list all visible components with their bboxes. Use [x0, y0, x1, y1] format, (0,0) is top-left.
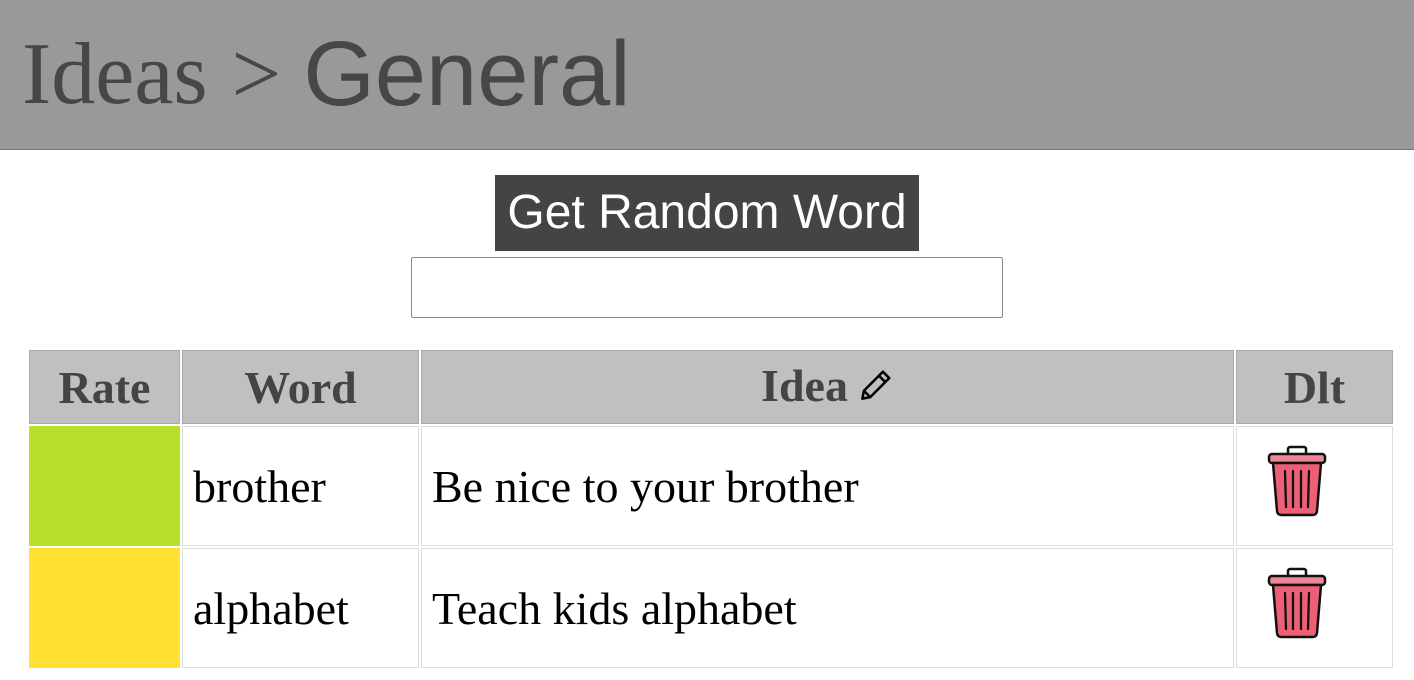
column-header-rate-label: Rate: [58, 361, 151, 413]
word-cell: brother: [182, 426, 419, 546]
rate-cell[interactable]: [29, 548, 180, 668]
page-header: Ideas > General: [0, 0, 1414, 150]
rate-cell[interactable]: [29, 426, 180, 546]
table-row: brother Be nice to your brother: [29, 426, 1393, 546]
column-header-rate: Rate: [29, 350, 180, 424]
get-random-word-button[interactable]: Get Random Word: [495, 175, 919, 251]
breadcrumb-current: General: [303, 23, 631, 125]
random-word-controls: Get Random Word: [0, 150, 1414, 318]
table-row: alphabet Teach kids alphabet: [29, 548, 1393, 668]
pencil-icon[interactable]: [856, 363, 894, 416]
breadcrumb-root[interactable]: Ideas: [22, 24, 208, 125]
column-header-word: Word: [182, 350, 419, 424]
column-header-idea-label: Idea: [761, 359, 848, 411]
column-header-idea: Idea: [421, 350, 1234, 424]
delete-cell: [1236, 426, 1393, 546]
ideas-table: Rate Word Idea Dlt brother Be nice to yo…: [27, 348, 1395, 670]
idea-cell[interactable]: Be nice to your brother: [421, 426, 1234, 546]
column-header-word-label: Word: [244, 361, 357, 413]
trash-icon[interactable]: [1265, 445, 1329, 528]
breadcrumb-separator: >: [231, 26, 282, 123]
random-word-field[interactable]: [411, 257, 1003, 318]
column-header-delete: Dlt: [1236, 350, 1393, 424]
table-header-row: Rate Word Idea Dlt: [29, 350, 1393, 424]
column-header-delete-label: Dlt: [1283, 361, 1346, 413]
word-cell: alphabet: [182, 548, 419, 668]
trash-icon[interactable]: [1265, 567, 1329, 650]
idea-cell[interactable]: Teach kids alphabet: [421, 548, 1234, 668]
delete-cell: [1236, 548, 1393, 668]
